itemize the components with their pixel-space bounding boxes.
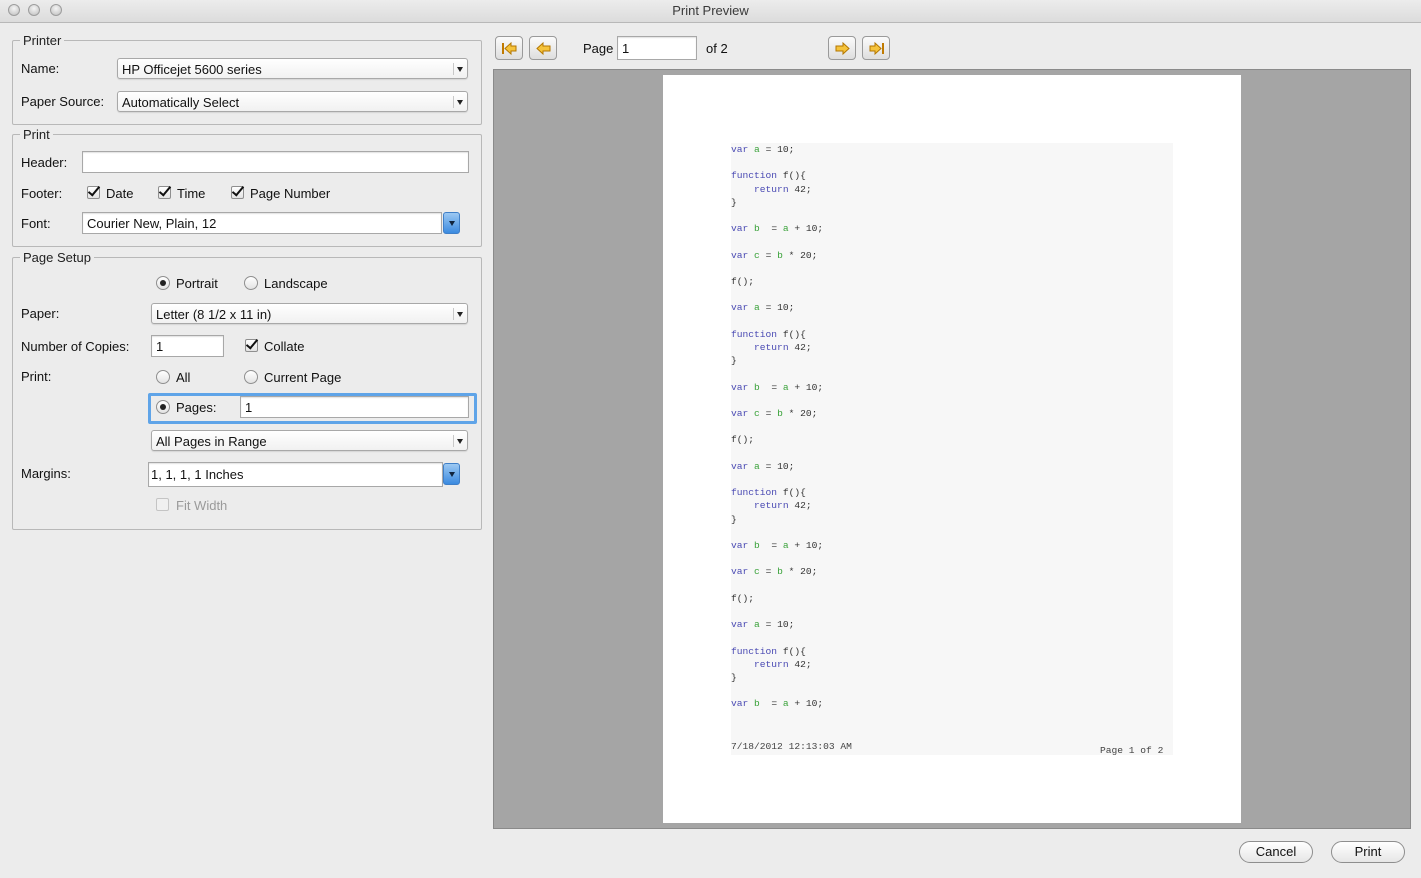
paper-dropdown[interactable]: Letter (8 1/2 x 11 in)	[151, 303, 468, 324]
last-page-icon	[869, 41, 884, 56]
paper-value: Letter (8 1/2 x 11 in)	[156, 307, 272, 322]
preview-code-line: return 42;	[754, 183, 812, 195]
cancel-button[interactable]: Cancel	[1239, 841, 1313, 863]
font-label: Font:	[21, 216, 51, 231]
font-input[interactable]	[82, 212, 442, 234]
paper-label: Paper:	[21, 306, 60, 321]
preview-code-line: return 42;	[754, 342, 812, 353]
preview-code-line: function f(){	[731, 328, 806, 340]
preview-code-line: }	[731, 196, 737, 208]
title-bar: Print Preview	[0, 0, 1421, 23]
preview-code-line: var b = a + 10;	[731, 698, 824, 710]
chevron-down-icon	[453, 63, 465, 75]
preview-code-line: return 42;	[754, 500, 812, 512]
preview-code-line: var a = 10;	[731, 619, 795, 631]
footer-time-label: Time	[177, 186, 206, 201]
preview-footer-date: 7/18/2012 12:13:03 AM	[731, 741, 852, 752]
preview-code-line: var c = b * 20;	[731, 566, 818, 578]
collate-checkbox[interactable]	[245, 339, 258, 352]
copies-label: Number of Copies:	[21, 339, 130, 354]
footer-time-checkbox[interactable]	[158, 186, 171, 199]
preview-code-line: var c = b * 20;	[731, 408, 818, 419]
window-title: Print Preview	[672, 3, 749, 18]
landscape-radio[interactable]	[244, 276, 258, 290]
preview-code-line: var b = a + 10;	[731, 540, 824, 551]
print-range-label: Print:	[21, 369, 52, 384]
preview-code-area: var a = 10; function f(){ return 42;} var …	[731, 143, 1173, 755]
preview-code-line: var a = 10;	[731, 302, 795, 314]
printer-group-title: Printer	[23, 33, 62, 48]
preview-code-line: var b = a + 10;	[731, 381, 824, 393]
preview-code-line: var a = 10;	[731, 144, 795, 155]
header-label: Header:	[21, 155, 68, 170]
page-label: Page	[583, 41, 614, 56]
footer-label: Footer:	[21, 186, 63, 201]
previous-page-icon	[536, 41, 551, 56]
portrait-label: Portrait	[176, 276, 218, 291]
range-all-radio[interactable]	[156, 370, 170, 384]
preview-code-line: }	[731, 672, 737, 683]
footer-date-label: Date	[106, 186, 134, 201]
pages-input[interactable]	[240, 396, 469, 418]
preview-code-line: function f(){	[731, 645, 806, 657]
preview-code-line: }	[731, 513, 737, 525]
previous-page-button[interactable]	[529, 36, 557, 60]
first-page-button[interactable]	[495, 36, 523, 60]
margins-dropdown-button[interactable]	[443, 463, 460, 485]
copies-input[interactable]	[151, 335, 224, 357]
printer-name-dropdown[interactable]: HP Officejet 5600 series	[117, 58, 468, 79]
range-pages-label: Pages:	[176, 400, 217, 415]
preview-code-line: var b = a + 10;	[731, 223, 824, 235]
preview-footer-page: Page 1 of 2	[1100, 745, 1164, 756]
last-page-button[interactable]	[862, 36, 890, 60]
range-pages-radio[interactable]	[156, 400, 170, 414]
preview-code-line: function f(){	[731, 487, 806, 499]
paper-source-value: Automatically Select	[122, 95, 240, 110]
header-input[interactable]	[82, 151, 469, 173]
preview-footer-page-clip: Page 1 of 2	[1100, 741, 1173, 756]
range-current-page-radio[interactable]	[244, 370, 258, 384]
chevron-down-icon	[453, 96, 465, 108]
range-all-label: All	[176, 370, 191, 385]
preview-code-line: f();	[731, 592, 755, 604]
printer-name-label: Name:	[21, 61, 60, 76]
print-button[interactable]: Print	[1331, 841, 1405, 863]
landscape-label: Landscape	[264, 276, 328, 291]
next-page-icon	[835, 41, 850, 56]
paper-source-dropdown[interactable]: Automatically Select	[117, 91, 468, 112]
preview-code-line: var c = b * 20;	[731, 249, 818, 261]
preview-code-line: return 42;	[754, 658, 812, 670]
preview-code-line: f();	[731, 276, 755, 287]
footer-page-number-checkbox[interactable]	[231, 186, 244, 199]
chevron-down-icon	[453, 308, 465, 320]
preview-code-line: f();	[731, 434, 755, 446]
next-page-button[interactable]	[828, 36, 856, 60]
range-current-page-label: Current Page	[264, 370, 342, 385]
footer-page-number-label: Page Number	[250, 186, 331, 201]
printer-name-value: HP Officejet 5600 series	[122, 62, 262, 77]
margins-input[interactable]	[148, 462, 443, 487]
paper-source-label: Paper Source:	[21, 94, 105, 109]
preview-code-line: var a = 10;	[731, 460, 795, 472]
print-group-title: Print	[23, 127, 50, 142]
chevron-down-icon	[453, 435, 465, 447]
first-page-icon	[502, 41, 517, 56]
margins-label: Margins:	[21, 466, 71, 481]
page-number-input[interactable]	[617, 36, 697, 60]
page-setup-group-title: Page Setup	[23, 250, 91, 265]
portrait-radio[interactable]	[156, 276, 170, 290]
preview-code-line: }	[731, 355, 737, 367]
font-dropdown-button[interactable]	[443, 212, 460, 234]
page-count-label: of 2	[706, 41, 728, 56]
page-subset-value: All Pages in Range	[156, 434, 267, 449]
collate-label: Collate	[264, 339, 305, 354]
page-subset-dropdown[interactable]: All Pages in Range	[151, 430, 468, 451]
fit-width-checkbox[interactable]	[156, 498, 169, 511]
footer-date-checkbox[interactable]	[87, 186, 100, 199]
fit-width-label: Fit Width	[176, 498, 228, 513]
page-setup-group: Page Setup	[12, 250, 482, 530]
preview-code-line: function f(){	[731, 170, 806, 182]
